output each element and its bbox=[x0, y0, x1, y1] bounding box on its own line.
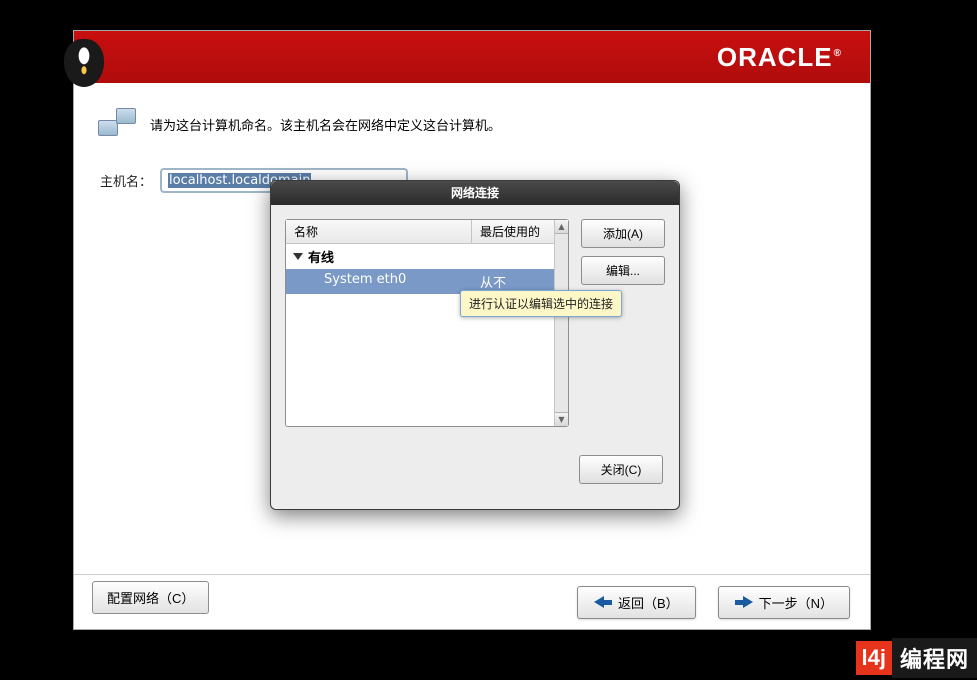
group-wired[interactable]: 有线 bbox=[286, 244, 554, 269]
bottom-nav-bar: 返回（B） 下一步（N） bbox=[74, 574, 870, 629]
scroll-down-icon[interactable]: ▼ bbox=[555, 412, 568, 426]
column-last-used[interactable]: 最后使用的 bbox=[472, 220, 554, 243]
list-header: 名称 最后使用的 bbox=[286, 220, 554, 244]
scroll-up-icon[interactable]: ▲ bbox=[555, 220, 568, 234]
back-button[interactable]: 返回（B） bbox=[577, 586, 696, 619]
expand-triangle-icon bbox=[293, 253, 303, 260]
watermark-text: 编程网 bbox=[892, 638, 977, 678]
watermark-logo: l4j bbox=[856, 641, 892, 675]
edit-button[interactable]: 编辑... bbox=[581, 256, 665, 285]
next-button[interactable]: 下一步（N） bbox=[718, 586, 850, 619]
header-banner: ORACLE® bbox=[74, 31, 870, 83]
dialog-button-column: 添加(A) 编辑... 删除 bbox=[581, 219, 665, 427]
arrow-left-icon bbox=[594, 596, 612, 608]
close-button[interactable]: 关闭(C) bbox=[579, 455, 663, 484]
column-name[interactable]: 名称 bbox=[286, 220, 472, 243]
hostname-label: 主机名： bbox=[100, 171, 152, 190]
host-description: 请为这台计算机命名。该主机名会在网络中定义这台计算机。 bbox=[150, 115, 501, 134]
connection-list[interactable]: 名称 最后使用的 有线 System eth0 从不 ▲ ▼ bbox=[285, 219, 569, 427]
add-button[interactable]: 添加(A) bbox=[581, 219, 665, 248]
dialog-footer: 关闭(C) bbox=[271, 441, 679, 497]
oracle-logo: ORACLE® bbox=[717, 42, 842, 73]
dialog-title: 网络连接 bbox=[271, 181, 679, 205]
list-scrollbar[interactable]: ▲ ▼ bbox=[554, 220, 568, 426]
tux-icon bbox=[64, 39, 104, 87]
computer-icon bbox=[98, 108, 138, 140]
edit-tooltip: 进行认证以编辑选中的连接 bbox=[460, 290, 622, 317]
host-description-row: 请为这台计算机命名。该主机名会在网络中定义这台计算机。 bbox=[92, 108, 852, 140]
watermark: l4j 编程网 bbox=[856, 636, 977, 680]
dialog-body: 名称 最后使用的 有线 System eth0 从不 ▲ ▼ 添加(A) 编辑.… bbox=[271, 205, 679, 441]
arrow-right-icon bbox=[735, 596, 753, 608]
network-connections-dialog: 网络连接 名称 最后使用的 有线 System eth0 从不 ▲ ▼ bbox=[270, 180, 680, 510]
